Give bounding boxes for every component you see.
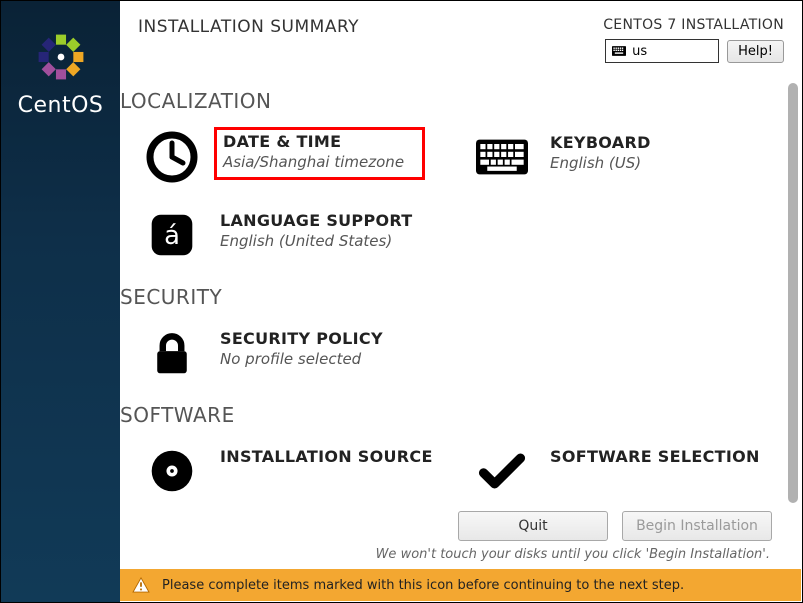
begin-installation-button[interactable]: Begin Installation xyxy=(622,511,772,541)
keyboard-layout-value: us xyxy=(632,44,647,59)
help-button[interactable]: Help! xyxy=(727,40,784,63)
header-right: CENTOS 7 INSTALLATION us Help! xyxy=(603,17,784,63)
spoke-datetime-sub: Asia/Shanghai timezone xyxy=(223,153,404,171)
category-heading-security: SECURITY xyxy=(120,285,780,309)
highlight-box: DATE & TIME Asia/Shanghai timezone xyxy=(214,127,425,180)
spoke-secpolicy-title: SECURITY POLICY xyxy=(220,329,383,348)
keyboard-layout-selector[interactable]: us xyxy=(605,39,719,63)
spoke-language-support[interactable]: á LANGUAGE SUPPORT English (United State… xyxy=(120,201,450,279)
category-heading-software: SOFTWARE xyxy=(120,403,780,427)
spoke-keyboard[interactable]: KEYBOARD English (US) xyxy=(450,123,780,201)
scrollbar[interactable] xyxy=(788,83,798,563)
spoke-softsel-title: SOFTWARE SELECTION xyxy=(550,447,760,466)
warning-text: Please complete items marked with this i… xyxy=(162,578,684,593)
centos-logo-icon xyxy=(33,29,89,85)
quit-button[interactable]: Quit xyxy=(458,511,608,541)
scrollbar-thumb[interactable] xyxy=(788,83,798,503)
checkbox-icon xyxy=(476,445,528,497)
language-icon: á xyxy=(146,209,198,261)
footer-note: We won't touch your disks until you clic… xyxy=(120,547,772,562)
disc-icon xyxy=(146,445,198,497)
spoke-keyboard-title: KEYBOARD xyxy=(550,133,651,152)
header: INSTALLATION SUMMARY CENTOS 7 INSTALLATI… xyxy=(120,1,802,83)
spoke-langsupport-title: LANGUAGE SUPPORT xyxy=(220,211,413,230)
spoke-keyboard-sub: English (US) xyxy=(550,154,651,172)
footer: Quit Begin Installation We won't touch y… xyxy=(120,503,780,566)
keyboard-icon xyxy=(612,46,626,56)
spoke-langsupport-sub: English (United States) xyxy=(220,232,413,250)
spoke-installsource-title: INSTALLATION SOURCE xyxy=(220,447,433,466)
warning-icon xyxy=(132,577,150,593)
main: INSTALLATION SUMMARY CENTOS 7 INSTALLATI… xyxy=(120,1,802,602)
svg-text:á: á xyxy=(164,221,180,251)
category-heading-localization: LOCALIZATION xyxy=(120,89,780,113)
spoke-security-policy[interactable]: SECURITY POLICY No profile selected xyxy=(120,319,450,397)
header-subtitle: CENTOS 7 INSTALLATION xyxy=(603,17,784,33)
keyboard-large-icon xyxy=(476,131,528,183)
warning-bar: Please complete items marked with this i… xyxy=(120,569,801,601)
clock-icon xyxy=(146,131,198,183)
brand-name: CentOS xyxy=(18,93,104,118)
sidebar: CentOS xyxy=(1,1,120,602)
spoke-datetime-title: DATE & TIME xyxy=(223,132,404,151)
spoke-secpolicy-sub: No profile selected xyxy=(220,350,383,368)
spoke-datetime[interactable]: DATE & TIME Asia/Shanghai timezone xyxy=(120,123,450,201)
lock-icon xyxy=(146,327,198,379)
